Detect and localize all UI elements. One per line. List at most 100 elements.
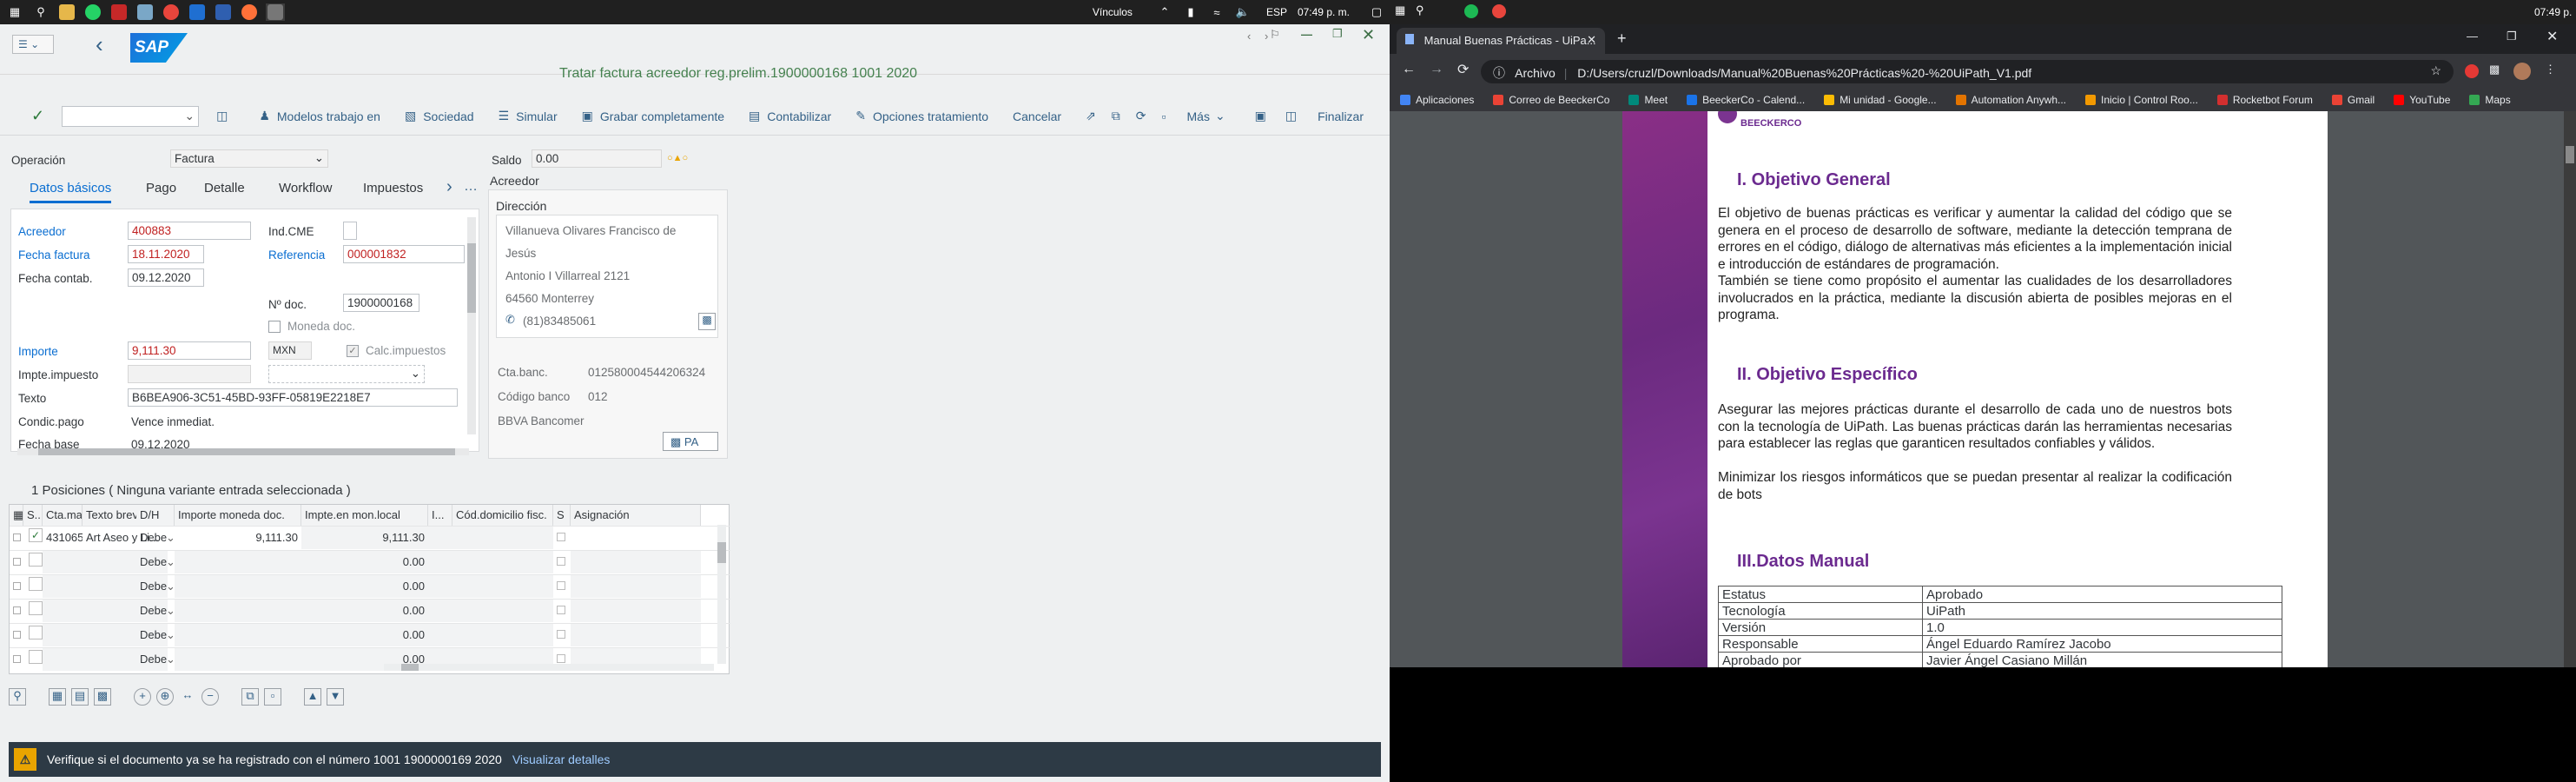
gl-account-cell[interactable] (43, 648, 83, 671)
file-explorer-icon[interactable] (57, 3, 76, 21)
bookmark-item[interactable]: Inicio | Control Roo... (2085, 94, 2198, 106)
pa-button[interactable]: ▩ PA (663, 432, 718, 451)
texto-field[interactable]: B6BEA906-3C51-45BD-93FF-05819E2218E7 (128, 388, 458, 407)
bookmark-item[interactable]: YouTube (2394, 94, 2450, 106)
window-nav-left-icon[interactable]: ‹ (1247, 30, 1251, 43)
row-checkbox[interactable] (553, 575, 571, 598)
windows-start-icon[interactable]: ▦ (1395, 3, 1405, 17)
tabs-next-icon[interactable]: › (446, 177, 452, 197)
share-icon[interactable]: ⚐ (1270, 28, 1280, 42)
volume-icon[interactable]: 🔈 (1233, 3, 1252, 21)
menu-dots-icon[interactable]: ⋮ (2545, 63, 2556, 76)
row-selector[interactable] (10, 600, 23, 622)
tax-cell[interactable] (428, 575, 452, 598)
operation-select[interactable]: Factura ⌄ (170, 149, 328, 168)
tabs-more-icon[interactable]: … (464, 179, 478, 195)
security-app-icon[interactable] (109, 3, 129, 21)
tab-detalle[interactable]: Detalle (204, 181, 245, 196)
uipath-assistant-icon[interactable] (214, 3, 233, 21)
block-icon[interactable]: ▩ (94, 688, 111, 706)
amount-doc-cell[interactable] (175, 551, 301, 573)
referencia-field[interactable]: 000001832 (343, 245, 465, 263)
profile-avatar[interactable] (2513, 63, 2531, 80)
tax-jurisdiction-cell[interactable] (452, 551, 553, 573)
zoom-icon[interactable]: ⚲ (9, 688, 26, 706)
amount-doc-cell[interactable] (175, 648, 301, 671)
clock[interactable]: 07:49 p. m. (1298, 6, 1350, 18)
moneda-doc-checkbox[interactable] (268, 321, 281, 333)
new-tab-button[interactable]: + (1617, 30, 1627, 48)
bookmark-item[interactable]: BeeckerCo - Calend... (1687, 94, 1805, 106)
bookmark-item[interactable]: Gmail (2331, 94, 2375, 106)
tax-cell[interactable] (428, 527, 452, 549)
delete-row-icon[interactable]: − (201, 688, 219, 706)
grid-header-cell[interactable]: Impte.en mon.local (301, 505, 428, 526)
chrome-icon[interactable] (162, 3, 181, 21)
grid-header-cell[interactable]: Asignación (571, 505, 701, 526)
table-row[interactable]: Debe ⌄ 0.00 (10, 550, 730, 573)
whatsapp-icon[interactable] (83, 3, 102, 21)
importe-field[interactable]: 9,111.30 (128, 341, 251, 360)
amount-local-cell[interactable]: 0.00 (301, 624, 428, 646)
status-details-link[interactable]: Visualizar detalles (512, 752, 611, 766)
clock-right[interactable]: 07:49 p. (2534, 6, 2572, 18)
vendor-details-icon[interactable]: ▩ (698, 313, 716, 330)
grid-header-cell[interactable]: D/H (136, 505, 175, 526)
row-checkbox[interactable] (553, 624, 571, 646)
extension-red-icon[interactable] (2465, 64, 2479, 78)
back-icon[interactable]: ‹ (96, 31, 103, 58)
impte-impuesto-field[interactable] (128, 365, 251, 383)
back-icon[interactable]: ← (1402, 62, 1416, 77)
refresh-icon[interactable]: ⟳ (1136, 109, 1146, 123)
windows-start-icon[interactable]: ▦ (5, 3, 24, 21)
tax-jurisdiction-cell[interactable] (452, 624, 553, 646)
grid-header-cell[interactable]: Importe moneda doc. (175, 505, 301, 526)
post-button[interactable]: ▤ Contabilizar (749, 109, 831, 123)
ndoc-field[interactable]: 1900000168 (343, 294, 419, 312)
spotify-icon[interactable] (1464, 4, 1478, 18)
amount-local-cell[interactable]: 0.00 (301, 551, 428, 573)
more-button[interactable]: Más ⌄ (1187, 109, 1225, 123)
assignment-cell[interactable] (571, 527, 701, 549)
tax-jurisdiction-cell[interactable] (452, 527, 553, 549)
row-selector[interactable] (10, 624, 23, 646)
company-button[interactable]: ▧ Sociedad (405, 109, 474, 123)
ind-cme-field[interactable] (343, 222, 357, 240)
amount-doc-cell[interactable]: 9,111.30 (175, 527, 301, 549)
grid-header-cell[interactable]: Cód.domicilio fisc. (452, 505, 553, 526)
table-row[interactable]: Debe ⌄ 0.00 (10, 599, 730, 622)
acreedor-field[interactable]: 400883 (128, 222, 251, 240)
minimize-button[interactable]: — (2467, 30, 2478, 43)
grid-vertical-scrollbar[interactable] (717, 525, 726, 664)
amount-local-cell[interactable]: 9,111.30 (301, 527, 428, 549)
select-all-cell[interactable]: ▦ (10, 505, 23, 526)
row-checkbox[interactable] (553, 527, 571, 549)
tax-code-select[interactable]: ⌄ (268, 365, 425, 383)
table-row[interactable]: ✓43106503Art Aseo y Li...Debe⌄9,111.309,… (10, 526, 730, 549)
amount-local-cell[interactable]: 0.00 (301, 600, 428, 622)
bookmark-item[interactable]: Meet (1628, 94, 1668, 106)
templates-button[interactable]: ♟ Modelos trabajo en (259, 109, 380, 123)
chevron-up-icon[interactable]: ⌃ (1155, 3, 1174, 21)
tax-cell[interactable] (428, 600, 452, 622)
display-icon-button[interactable]: ◫ (216, 109, 234, 123)
select-all-icon[interactable]: ▦ (49, 688, 66, 706)
uipath-studio-icon[interactable] (188, 3, 207, 21)
fecha-factura-field[interactable]: 18.11.2020 (128, 245, 204, 263)
grid-header-cell[interactable]: I... (428, 505, 452, 526)
panel-vertical-scrollbar[interactable] (467, 217, 476, 434)
grid-horizontal-scrollbar[interactable] (384, 664, 714, 671)
menu-dropdown-button[interactable]: ☰ ⌄ (12, 35, 54, 54)
restore-button[interactable]: ❐ (2507, 30, 2517, 43)
pdf-scrollbar[interactable] (2564, 111, 2576, 667)
tax-cell[interactable] (428, 624, 452, 646)
paste-row-icon[interactable]: ▫ (264, 688, 281, 706)
info-icon[interactable]: ⓘ (1493, 66, 1505, 80)
copy-icon[interactable]: ⧉ (1112, 109, 1120, 123)
amount-doc-cell[interactable] (175, 575, 301, 598)
bookmark-item[interactable]: Mi unidad - Google... (1824, 94, 1937, 106)
calc-impuestos-checkbox[interactable]: ✓ (347, 345, 359, 357)
maximize-button[interactable]: ❐ (1332, 27, 1343, 41)
assignment-cell[interactable] (571, 551, 701, 573)
row-checkbox[interactable] (553, 600, 571, 622)
